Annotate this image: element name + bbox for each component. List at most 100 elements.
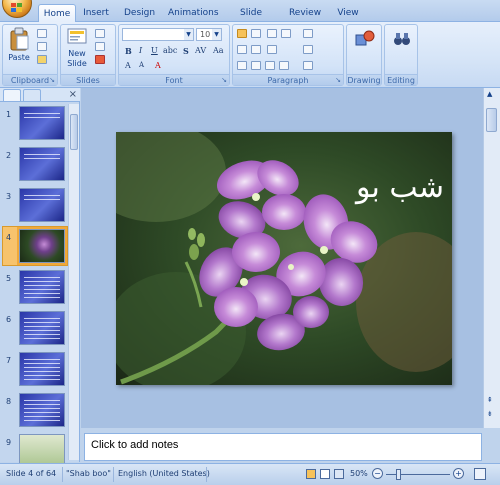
slides-tab[interactable] — [3, 89, 21, 101]
tab-slide-show[interactable]: Slide Show — [228, 4, 274, 36]
scroll-up-arrow-icon[interactable]: ▲ — [487, 90, 492, 98]
tab-view[interactable]: View — [336, 4, 360, 22]
bold-button[interactable]: B — [125, 46, 132, 56]
line-spacing-icon[interactable] — [303, 29, 313, 38]
slide-thumbnail[interactable] — [19, 393, 65, 427]
scroll-thumb[interactable] — [70, 114, 78, 150]
ltr-icon[interactable] — [251, 45, 261, 54]
drawing-button[interactable] — [351, 29, 379, 59]
spacing-button[interactable]: AV — [195, 46, 206, 55]
copy-icon[interactable] — [37, 42, 47, 51]
shadow-button[interactable]: S — [183, 46, 189, 56]
thumbnail-number: 4 — [6, 233, 12, 242]
tab-design[interactable]: Design — [124, 4, 155, 22]
editing-button[interactable] — [389, 29, 415, 59]
tab-animations[interactable]: Animations — [168, 4, 219, 22]
slide-editing-area: شب بو — [81, 88, 483, 428]
cut-icon[interactable] — [37, 29, 47, 38]
thumbnail-line — [24, 289, 60, 290]
slide-thumbnail[interactable] — [19, 106, 65, 140]
office-button[interactable] — [2, 0, 32, 18]
editing-label: Editing — [387, 76, 415, 85]
font-size-combo[interactable]: 10 ▼ — [196, 28, 222, 41]
decrease-indent-icon[interactable] — [267, 29, 277, 38]
text-direction-icon[interactable] — [303, 45, 313, 54]
align-right-icon[interactable] — [265, 61, 275, 70]
columns-icon[interactable] — [267, 45, 277, 54]
font-name-combo[interactable]: ▼ — [122, 28, 194, 41]
zoom-level[interactable]: 50% — [350, 469, 368, 478]
increase-indent-icon[interactable] — [281, 29, 291, 38]
new-slide-button[interactable]: New Slide — [64, 27, 90, 68]
thumbnail-line — [24, 334, 60, 335]
slide-title[interactable]: شب بو — [334, 170, 444, 205]
grow-font-button[interactable]: A — [125, 61, 131, 70]
close-icon[interactable]: × — [69, 88, 77, 102]
slide-thumbnail[interactable] — [17, 227, 67, 265]
align-center-icon[interactable] — [251, 61, 261, 70]
reset-icon[interactable] — [95, 42, 105, 51]
thumbnail-number: 7 — [6, 356, 12, 365]
strikethrough-button[interactable]: abc — [163, 46, 177, 55]
italic-button[interactable]: I — [139, 46, 142, 55]
current-slide[interactable]: شب بو — [116, 132, 452, 385]
tab-home[interactable]: Home — [38, 4, 76, 22]
slides-group: New Slide Slides — [60, 24, 116, 86]
thumbnail-line — [24, 330, 60, 331]
shrink-font-button[interactable]: A — [139, 61, 144, 69]
paste-button[interactable]: Paste — [6, 27, 32, 67]
thumbnail-number: 8 — [6, 397, 12, 406]
justify-icon[interactable] — [279, 61, 289, 70]
paste-label: Paste — [8, 53, 30, 62]
zoom-out-icon[interactable]: − — [372, 468, 383, 479]
paragraph-launcher-icon[interactable]: ↘ — [335, 76, 341, 84]
underline-button[interactable]: U — [151, 46, 158, 55]
format-painter-icon[interactable] — [37, 55, 47, 64]
slide-show-icon[interactable] — [334, 469, 344, 479]
clipboard-group: Paste Clipboard ↘ — [2, 24, 58, 86]
binoculars-icon — [394, 33, 410, 45]
thumbnail-line — [24, 363, 60, 364]
bullets-icon[interactable] — [237, 29, 247, 38]
font-group-label: Font — [119, 74, 229, 85]
zoom-in-icon[interactable]: + — [453, 468, 464, 479]
zoom-slider[interactable] — [386, 469, 450, 480]
tab-insert[interactable]: Insert — [82, 4, 110, 22]
slide-thumbnail[interactable] — [19, 147, 65, 181]
scroll-thumb[interactable] — [486, 108, 497, 132]
zoom-slider-thumb[interactable] — [396, 469, 401, 480]
paragraph-group-label: Paragraph — [233, 74, 343, 85]
align-left-icon[interactable] — [237, 61, 247, 70]
align-text-icon[interactable] — [303, 61, 313, 70]
numbering-icon[interactable] — [251, 29, 261, 38]
fit-slide-icon[interactable] — [474, 468, 486, 480]
notes-pane[interactable]: Click to add notes — [84, 433, 482, 461]
slide-scrollbar[interactable]: ▲ ⇞ ⇟ — [483, 88, 500, 428]
thumbnail-line — [24, 371, 60, 372]
tab-review[interactable]: Review — [288, 4, 322, 22]
slide-thumbnail[interactable] — [19, 188, 65, 222]
font-label: Font — [165, 76, 183, 85]
thumbnail-scrollbar[interactable] — [68, 104, 79, 460]
paragraph-label: Paragraph — [267, 76, 309, 85]
change-case-button[interactable]: Aa — [213, 46, 224, 55]
normal-view-icon[interactable] — [306, 469, 316, 479]
clipboard-launcher-icon[interactable]: ↘ — [49, 76, 55, 84]
language-indicator[interactable]: English (United States) — [118, 469, 210, 478]
thumbnail-line — [24, 367, 60, 368]
slide-sorter-icon[interactable] — [320, 469, 330, 479]
outline-tab[interactable] — [23, 89, 41, 101]
notes-placeholder[interactable]: Click to add notes — [91, 439, 178, 451]
slide-thumbnail[interactable] — [19, 352, 65, 386]
font-color-button[interactable]: A — [155, 61, 161, 70]
thumbnail-line — [24, 158, 60, 159]
rtl-icon[interactable] — [237, 45, 247, 54]
next-slide-icon[interactable]: ⇟ — [487, 410, 493, 418]
layout-icon[interactable] — [95, 29, 105, 38]
font-launcher-icon[interactable]: ↘ — [221, 76, 227, 84]
thumbnail-line — [24, 326, 60, 327]
slide-thumbnail[interactable] — [19, 270, 65, 304]
previous-slide-icon[interactable]: ⇞ — [487, 396, 493, 404]
slide-thumbnail[interactable] — [19, 311, 65, 345]
delete-slide-icon[interactable] — [95, 55, 105, 64]
